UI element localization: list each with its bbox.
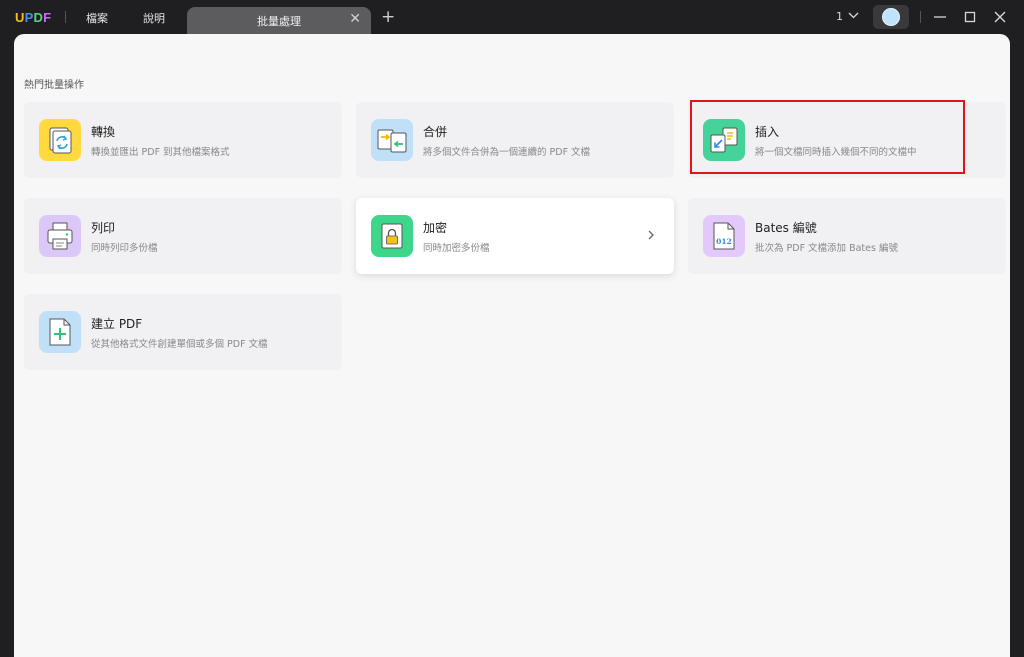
add-tab-icon[interactable]: + — [381, 7, 395, 27]
title-bar: UPDF 檔案 說明 批量處理 ✕ + 1 — [0, 0, 1024, 34]
card-title: Bates 編號 — [755, 221, 817, 235]
close-window-icon[interactable] — [992, 9, 1008, 25]
maximize-icon[interactable] — [962, 9, 978, 25]
card-title: 加密 — [423, 221, 448, 235]
batch-panel: 熱門批量操作 轉換 轉換並匯出 PDF 到其他檔案格式 合併 將多個文件合併為一… — [14, 34, 1010, 657]
menu-help[interactable]: 說明 — [143, 10, 165, 26]
bates-icon-number: 012 — [716, 237, 732, 246]
divider — [920, 11, 921, 23]
create-pdf-icon — [39, 311, 81, 353]
minimize-icon[interactable] — [932, 9, 948, 25]
close-tab-icon[interactable]: ✕ — [349, 11, 361, 27]
card-title: 合併 — [423, 125, 448, 139]
convert-icon — [39, 119, 81, 161]
merge-icon — [371, 119, 413, 161]
section-title: 熱門批量操作 — [24, 80, 84, 91]
menu-file[interactable]: 檔案 — [86, 10, 108, 26]
card-title: 列印 — [91, 221, 116, 235]
tab-label: 批量處理 — [257, 15, 301, 28]
card-desc: 將多個文件合併為一個連續的 PDF 文檔 — [423, 147, 591, 158]
insert-icon — [703, 119, 745, 161]
bates-number-icon: 012 — [703, 215, 745, 257]
logo-letter: U — [15, 10, 25, 25]
card-desc: 批次為 PDF 文檔添加 Bates 編號 — [755, 243, 898, 254]
card-encrypt[interactable]: 加密 同時加密多份檔 — [356, 198, 674, 274]
card-create-pdf[interactable]: 建立 PDF 從其他格式文件創建單個或多個 PDF 文檔 — [24, 294, 342, 370]
card-insert[interactable]: 插入 將一個文檔同時插入幾個不同的文檔中 — [688, 102, 1006, 178]
print-icon — [39, 215, 81, 257]
divider — [65, 11, 66, 23]
lock-icon — [371, 215, 413, 257]
card-title: 轉換 — [91, 125, 116, 139]
avatar — [882, 8, 900, 26]
card-desc: 同時加密多份檔 — [423, 243, 490, 254]
chevron-down-icon[interactable] — [848, 10, 859, 21]
card-print[interactable]: 列印 同時列印多份檔 — [24, 198, 342, 274]
tab-batch[interactable]: 批量處理 ✕ — [187, 7, 371, 34]
card-desc: 同時列印多份檔 — [91, 243, 158, 254]
logo-letter: F — [43, 10, 52, 25]
logo-letter: P — [24, 10, 34, 25]
card-title: 建立 PDF — [91, 317, 143, 331]
logo-letter: D — [33, 10, 44, 25]
card-desc: 從其他格式文件創建單個或多個 PDF 文檔 — [91, 339, 268, 350]
chevron-right-icon — [648, 230, 654, 240]
account-button[interactable] — [873, 5, 909, 29]
updf-logo: UPDF — [15, 10, 51, 25]
card-desc: 轉換並匯出 PDF 到其他檔案格式 — [91, 147, 230, 158]
window-count[interactable]: 1 — [836, 10, 843, 23]
card-desc: 將一個文檔同時插入幾個不同的文檔中 — [755, 147, 917, 158]
card-bates[interactable]: 012 Bates 編號 批次為 PDF 文檔添加 Bates 編號 — [688, 198, 1006, 274]
card-convert[interactable]: 轉換 轉換並匯出 PDF 到其他檔案格式 — [24, 102, 342, 178]
card-title: 插入 — [755, 125, 780, 139]
card-merge[interactable]: 合併 將多個文件合併為一個連續的 PDF 文檔 — [356, 102, 674, 178]
